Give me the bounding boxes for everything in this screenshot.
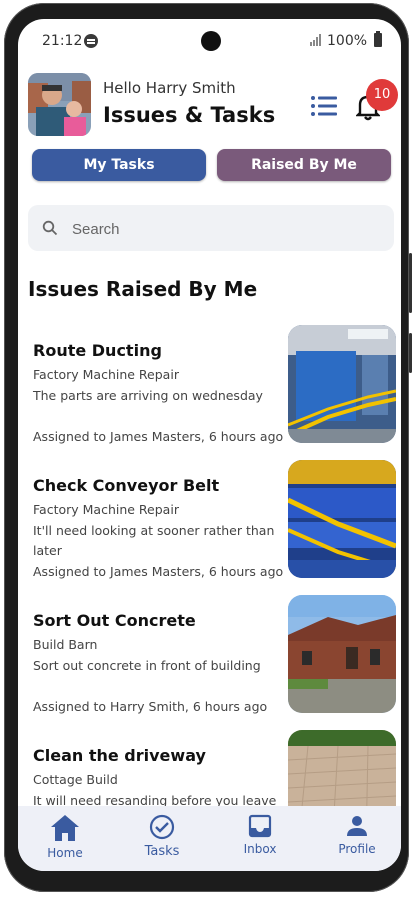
issue-description: The parts are arriving on wednesday — [33, 388, 263, 403]
issue-title: Route Ducting — [33, 341, 162, 360]
avatar[interactable] — [28, 73, 91, 136]
issue-title: Sort Out Concrete — [33, 611, 196, 630]
page-title: Issues & Tasks — [103, 103, 276, 127]
issue-thumbnail[interactable] — [288, 325, 396, 443]
issue-card[interactable]: Route Ducting Factory Machine Repair The… — [18, 325, 401, 469]
issue-assigned: Assigned to James Masters, 6 hours ago — [33, 429, 284, 444]
issue-title: Clean the driveway — [33, 746, 206, 765]
power-button — [409, 333, 412, 373]
front-camera — [201, 31, 221, 51]
issue-assigned: Assigned to Harry Smith, 6 hours ago — [33, 699, 268, 714]
issue-project: Factory Machine Repair — [33, 367, 179, 382]
battery-percentage: 100% — [327, 33, 368, 49]
person-icon — [347, 816, 367, 836]
section-title: Issues Raised By Me — [28, 277, 258, 301]
signal-icon — [310, 34, 321, 46]
nav-profile-label: Profile — [338, 842, 376, 856]
status-bar: 21:12 100% — [18, 19, 401, 61]
nav-home[interactable]: Home — [30, 814, 100, 860]
issue-project: Factory Machine Repair — [33, 502, 179, 517]
inbox-icon — [248, 814, 272, 838]
issue-thumbnail[interactable] — [288, 460, 396, 578]
spotify-icon — [84, 34, 98, 48]
nav-profile[interactable]: Profile — [322, 814, 392, 856]
check-circle-icon — [149, 814, 175, 840]
issue-description: It'll need looking at sooner rather than… — [33, 523, 275, 558]
tab-raised-by-me[interactable]: Raised By Me — [217, 149, 391, 181]
issue-assigned: Assigned to James Masters, 6 hours ago — [33, 564, 284, 579]
search-input[interactable] — [70, 205, 374, 253]
issue-thumbnail[interactable] — [288, 595, 396, 713]
issue-description: Sort out concrete in front of building — [33, 658, 261, 673]
bottom-navigation: Home Tasks Inbox Profile — [18, 806, 401, 871]
issue-card[interactable]: Sort Out Concrete Build Barn Sort out co… — [18, 595, 401, 739]
volume-button — [409, 253, 412, 313]
phone-frame: 21:12 100% Hello Harry Smith Issues & Ta… — [4, 3, 412, 892]
search-icon — [42, 220, 58, 236]
battery-icon — [374, 31, 382, 47]
greeting-text: Hello Harry Smith — [103, 79, 236, 97]
issue-project: Cottage Build — [33, 772, 118, 787]
nav-inbox[interactable]: Inbox — [225, 814, 295, 856]
nav-inbox-label: Inbox — [243, 842, 277, 856]
menu-list-icon[interactable] — [311, 95, 337, 117]
app-screen: 21:12 100% Hello Harry Smith Issues & Ta… — [18, 19, 401, 871]
issue-title: Check Conveyor Belt — [33, 476, 220, 495]
tab-my-tasks[interactable]: My Tasks — [32, 149, 206, 181]
status-time: 21:12 — [42, 33, 83, 49]
notification-badge[interactable]: 10 — [366, 79, 398, 111]
nav-home-label: Home — [47, 846, 83, 860]
nav-tasks-label: Tasks — [144, 844, 180, 859]
issue-project: Build Barn — [33, 637, 98, 652]
nav-tasks[interactable]: Tasks — [127, 814, 197, 859]
home-icon — [51, 815, 79, 841]
search-bar[interactable] — [28, 205, 394, 253]
issue-card[interactable]: Check Conveyor Belt Factory Machine Repa… — [18, 460, 401, 604]
